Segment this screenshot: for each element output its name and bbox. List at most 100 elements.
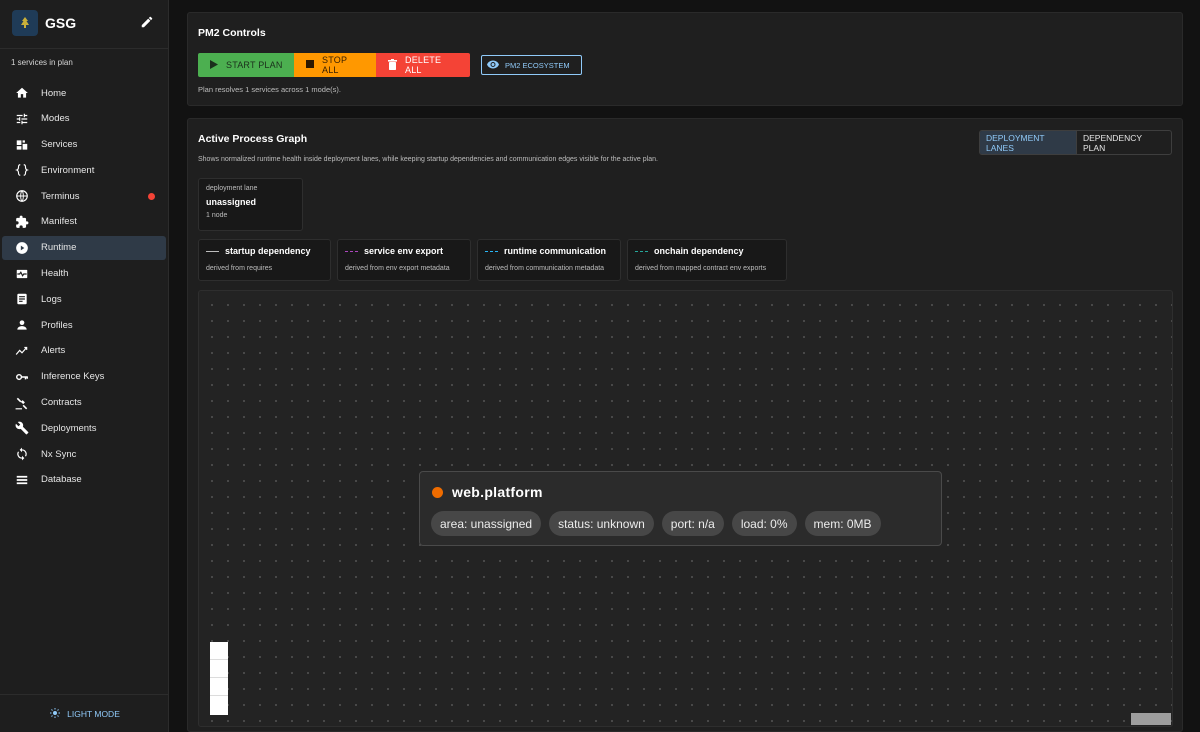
legend-subtitle: derived from env export metadata [345, 265, 450, 272]
sidebar-nav: Home Modes Services Environment Terminus… [2, 81, 166, 494]
sidebar-divider [0, 48, 169, 49]
trash-icon [388, 58, 397, 72]
sidebar-item-label: Services [41, 139, 78, 151]
edit-icon[interactable] [140, 15, 156, 31]
zoom-out-button[interactable] [210, 660, 228, 678]
sidebar-item-label: Nx Sync [41, 448, 77, 460]
tune-icon [14, 111, 30, 127]
node-status-dot [432, 486, 443, 498]
deployment-lanes-toggle[interactable]: DEPLOYMENT LANES [980, 131, 1077, 154]
trending-icon [14, 343, 30, 359]
sidebar-item-alerts[interactable]: Alerts [2, 339, 166, 363]
deployment-lane-card[interactable]: deployment lane unassigned 1 node [198, 178, 303, 231]
sidebar: GSG 1 services in plan Home Modes Servic… [0, 0, 169, 732]
legend-subtitle: derived from communication metadata [485, 265, 605, 272]
sidebar-item-services[interactable]: Services [2, 133, 166, 157]
eye-icon [487, 60, 499, 71]
sidebar-item-home[interactable]: Home [2, 81, 166, 105]
node-title: web.platform [452, 484, 543, 500]
sidebar-item-runtime[interactable]: Runtime [2, 235, 166, 260]
legend-runtime-communication: runtime communication derived from commu… [477, 239, 621, 281]
sidebar-item-logs[interactable]: Logs [2, 287, 166, 311]
dashed-line-swatch [485, 250, 498, 252]
globe-icon [14, 188, 30, 204]
sidebar-item-modes[interactable]: Modes [2, 107, 166, 131]
sidebar-footer: LIGHT MODE [0, 694, 169, 732]
sidebar-item-contracts[interactable]: Contracts [2, 391, 166, 415]
legend-service-env-export: service env export derived from env expo… [337, 239, 471, 281]
delete-all-button[interactable]: DELETE ALL [376, 53, 470, 77]
pm2-ecosystem-label: PM2 ECOSYSTEM [505, 60, 570, 70]
node-chip-port: port: n/a [661, 511, 724, 536]
stop-icon [306, 60, 314, 70]
sidebar-item-database[interactable]: Database [2, 468, 166, 492]
sidebar-item-label: Terminus [41, 190, 80, 202]
zoom-in-button[interactable] [210, 642, 228, 660]
start-plan-button[interactable]: START PLAN [198, 53, 294, 77]
pm2-controls-title: PM2 Controls [198, 27, 266, 39]
delete-all-label: DELETE ALL [405, 55, 442, 75]
light-mode-button[interactable]: LIGHT MODE [49, 707, 120, 721]
sidebar-item-label: Alerts [41, 345, 66, 357]
sidebar-item-terminus[interactable]: Terminus [2, 184, 166, 208]
document-icon [14, 291, 30, 307]
sidebar-item-label: Profiles [41, 319, 73, 331]
sidebar-item-environment[interactable]: Environment [2, 158, 166, 182]
key-icon [14, 369, 30, 385]
node-chips: area: unassigned status: unknown port: n… [431, 511, 881, 536]
legend-title: startup dependency [225, 246, 311, 256]
graph-canvas[interactable]: web.platform area: unassigned status: un… [198, 290, 1173, 727]
wrench-icon [14, 420, 30, 436]
lane-node-count: 1 node [206, 212, 228, 219]
legend-onchain-dependency: onchain dependency derived from mapped c… [627, 239, 787, 281]
sidebar-item-health[interactable]: Health [2, 262, 166, 286]
services-icon [14, 137, 30, 153]
sidebar-item-label: Health [41, 268, 69, 280]
stop-all-button[interactable]: STOP ALL [294, 53, 376, 77]
sidebar-item-label: Runtime [41, 242, 77, 254]
process-graph-panel: Active Process Graph Shows normalized ru… [187, 118, 1183, 732]
fit-view-button[interactable] [210, 678, 228, 696]
sidebar-item-label: Database [41, 474, 82, 486]
sidebar-item-label: Inference Keys [41, 371, 105, 383]
node-chip-mem: mem: 0MB [804, 511, 881, 536]
app-logo-icon [12, 10, 38, 36]
health-icon [14, 266, 30, 282]
sidebar-item-manifest[interactable]: Manifest [2, 210, 166, 234]
sun-icon [49, 707, 61, 721]
sidebar-item-label: Manifest [41, 216, 77, 228]
node-chip-load: load: 0% [731, 511, 797, 536]
sidebar-item-label: Home [41, 87, 67, 99]
braces-icon [14, 162, 30, 178]
sidebar-item-label: Logs [41, 293, 62, 305]
dependency-plan-toggle[interactable]: DEPENDENCY PLAN [1077, 131, 1171, 154]
edge-legend: startup dependency derived from requires… [198, 239, 787, 281]
sidebar-item-label: Environment [41, 164, 95, 176]
view-toggle: DEPLOYMENT LANES DEPENDENCY PLAN [979, 130, 1172, 155]
list-icon [14, 472, 30, 488]
zoom-controls[interactable] [210, 642, 228, 715]
pm2-button-group: START PLAN STOP ALL DELETE ALL [198, 53, 470, 77]
dashed-line-swatch [345, 250, 358, 252]
legend-title: service env export [364, 246, 444, 256]
plan-count: 1 services in plan [11, 58, 73, 67]
home-icon [14, 85, 30, 101]
sync-icon [14, 446, 30, 462]
legend-subtitle: derived from requires [206, 265, 273, 272]
sidebar-item-deployments[interactable]: Deployments [2, 416, 166, 440]
sidebar-item-label: Deployments [41, 422, 97, 434]
process-graph-title: Active Process Graph [198, 133, 308, 145]
pm2-controls-panel: PM2 Controls START PLAN STOP ALL DELETE … [187, 12, 1183, 106]
sidebar-item-profiles[interactable]: Profiles [2, 313, 166, 337]
puzzle-icon [14, 214, 30, 230]
dashed-line-swatch [635, 250, 648, 252]
process-node[interactable]: web.platform area: unassigned status: un… [419, 471, 942, 546]
lock-button[interactable] [210, 696, 228, 714]
play-circle-icon [14, 240, 30, 256]
pm2-ecosystem-button[interactable]: PM2 ECOSYSTEM [481, 55, 582, 75]
play-icon [210, 59, 218, 71]
sidebar-item-nx-sync[interactable]: Nx Sync [2, 442, 166, 466]
alert-badge [148, 192, 155, 200]
sidebar-item-inference-keys[interactable]: Inference Keys [2, 365, 166, 389]
plan-summary: Plan resolves 1 services across 1 mode(s… [198, 85, 341, 94]
